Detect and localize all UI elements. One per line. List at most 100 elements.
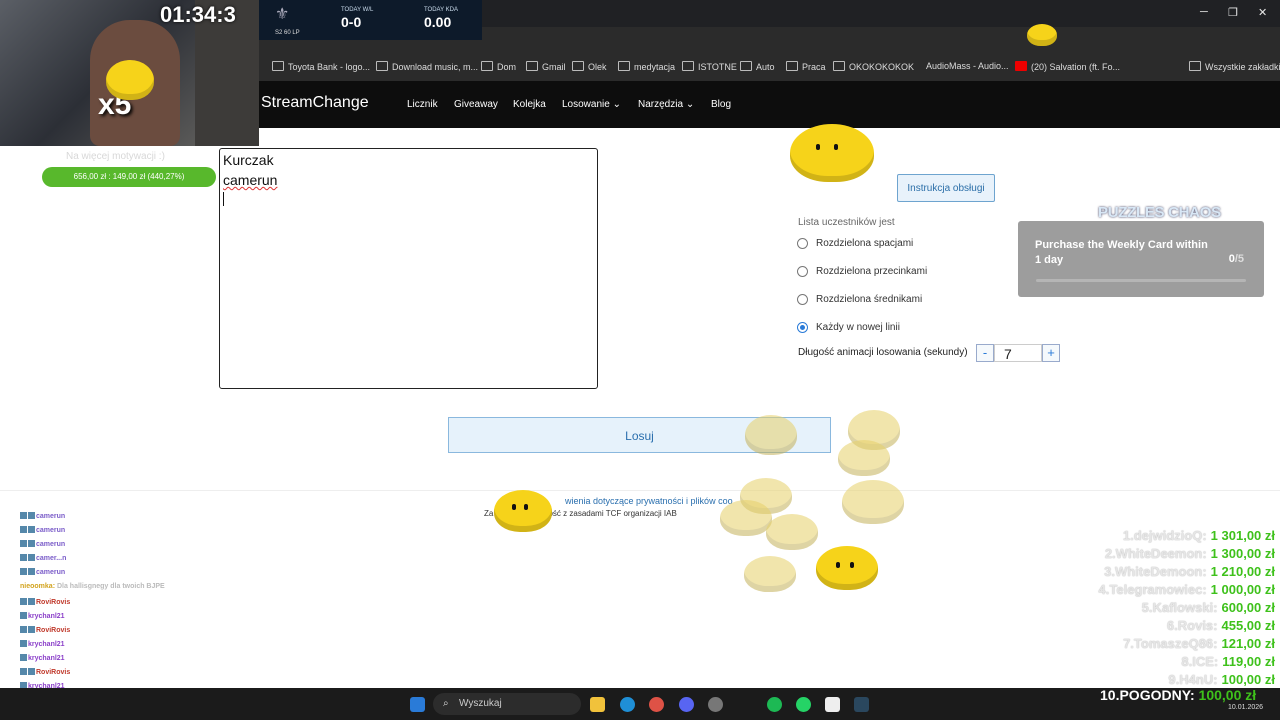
donor-amount: 100,00 zł	[1221, 672, 1276, 687]
leaderboard-row: 4.Telegramowiec: 1 000,00 zł	[1099, 582, 1275, 597]
goal-title: Na więcej motywacji :)	[66, 151, 165, 162]
badge-icon	[20, 640, 27, 647]
instruction-button[interactable]: Instrukcja obsługi	[897, 174, 995, 202]
participants-textarea[interactable]: Kurczak camerun	[219, 148, 598, 389]
restore-icon[interactable]: ❐	[1228, 6, 1238, 19]
chevron-down-icon: ⌄	[612, 99, 621, 110]
taskbar-search[interactable]: ⌕ Wyszukaj	[433, 693, 581, 715]
badge-icon	[20, 554, 27, 561]
bookmark-label: Gmail	[542, 62, 566, 72]
bookmark-folder[interactable]: medytacja	[618, 61, 675, 72]
steam-icon[interactable]	[854, 697, 869, 712]
duration-increment-button[interactable]: +	[1042, 344, 1060, 362]
radio-button-selected[interactable]	[797, 322, 808, 333]
radio-spaces[interactable]: Rozdzielona spacjami	[797, 238, 913, 249]
duration-input[interactable]: 7	[994, 344, 1042, 362]
leaderboard-row: 1.dejwidzioQ: 1 301,00 zł	[1123, 528, 1275, 543]
nav-losowanie[interactable]: Losowanie ⌄	[562, 99, 621, 110]
donor-name: 2.WhiteDeemon:	[1104, 546, 1207, 561]
windows-taskbar	[0, 688, 1280, 720]
close-icon[interactable]: ✕	[1258, 6, 1267, 19]
bookmark-label: medytacja	[634, 62, 676, 72]
nav-licznik[interactable]: Licznik	[407, 99, 438, 110]
donor-amount: 119,00 zł	[1222, 654, 1275, 669]
chat-user: nieoomka	[20, 583, 53, 590]
donor-amount: 1 301,00 zł	[1210, 528, 1275, 543]
leaderboard-row: 2.WhiteDeemon: 1 300,00 zł	[1105, 546, 1275, 561]
duration-label: Długość animacji losowania (sekundy)	[798, 347, 968, 358]
nav-giveaway[interactable]: Giveaway	[454, 99, 498, 110]
donor-amount: 600,00 zł	[1221, 600, 1276, 615]
obs-icon[interactable]	[708, 697, 723, 712]
bookmark-folder[interactable]: Dom	[481, 61, 516, 72]
radio-commas[interactable]: Rozdzielona przecinkami	[797, 266, 927, 277]
all-bookmarks[interactable]: Wszystkie zakładki	[1189, 61, 1280, 72]
radio-newline[interactable]: Każdy w nowej linii	[797, 322, 900, 333]
kda-label: TODAY KDA	[424, 7, 459, 13]
spotify-icon[interactable]	[767, 697, 782, 712]
edge-icon[interactable]	[620, 697, 635, 712]
duration-decrement-button[interactable]: -	[976, 344, 994, 362]
chat-user: RoviRovis	[36, 599, 71, 606]
chat-message: camerun	[20, 512, 65, 520]
leaderboard-row: 5.Kaflowski: 600,00 zł	[1142, 600, 1275, 615]
nav-blog[interactable]: Blog	[711, 99, 731, 110]
privacy-link[interactable]: wienia dotyczące prywatności i plików co…	[565, 496, 733, 506]
bookmark-folder[interactable]: Praca	[786, 61, 826, 72]
badge-icon	[20, 526, 27, 533]
chat-user: RoviRovis	[36, 627, 71, 634]
chat-message: krychanl21	[20, 612, 65, 620]
bee-emote	[106, 60, 154, 100]
windows-start-icon[interactable]	[410, 697, 425, 712]
radio-button[interactable]	[797, 266, 808, 277]
badge-icon	[20, 598, 27, 605]
chat-message: krychanl21	[20, 640, 65, 648]
bookmark[interactable]: AudioMass - Audio...	[926, 61, 1009, 71]
donor-amount: 1 210,00 zł	[1210, 564, 1275, 579]
discord-icon[interactable]	[679, 697, 694, 712]
site-logo[interactable]: StreamChange	[261, 94, 369, 112]
bee-emote	[766, 514, 818, 550]
taskbar-date: 10.01.2026	[1228, 704, 1264, 711]
bookmark[interactable]: Toyota Bank - logo...	[272, 61, 370, 72]
minimize-icon[interactable]: ─	[1200, 6, 1208, 18]
chat-message: camerun	[20, 526, 65, 534]
badge-icon	[20, 512, 27, 519]
wl-value: 0-0	[341, 14, 362, 30]
leaderboard-row: 9.H4nU: 100,00 zł	[1168, 672, 1275, 687]
bookmark-folder[interactable]: ISTOTNE	[682, 61, 737, 72]
radio-semicolons[interactable]: Rozdzielona średnikami	[797, 294, 922, 305]
chrome-icon[interactable]	[649, 697, 664, 712]
app-icon[interactable]	[825, 697, 840, 712]
bee-eye	[512, 504, 516, 510]
chat-user: camerun	[36, 569, 66, 576]
file-explorer-icon[interactable]	[590, 697, 605, 712]
bee-emote	[816, 546, 878, 590]
whatsapp-icon[interactable]	[796, 697, 811, 712]
bee-emote	[745, 415, 797, 455]
radio-button[interactable]	[797, 238, 808, 249]
nav-narzedzia[interactable]: Narzędzia ⌄	[638, 99, 694, 110]
participant-line: camerun	[223, 172, 278, 188]
stream-timer: 01:34:3	[160, 2, 236, 27]
radio-label: Rozdzielona średnikami	[816, 294, 923, 305]
rank-label: S2 60 LP	[275, 30, 300, 36]
bookmark[interactable]: (20) Salvation (ft. Fo...	[1015, 61, 1120, 72]
bookmark[interactable]: Gmail	[526, 61, 566, 72]
bookmark-label: OKOKOKOKOK	[849, 62, 915, 72]
game-logo: PUZZLES CHAOS	[1098, 204, 1221, 221]
folder-icon	[1189, 61, 1201, 71]
bee-eye	[816, 144, 820, 150]
bookmark-folder[interactable]: Olek	[572, 61, 607, 72]
bee-eye	[524, 504, 528, 510]
nav-kolejka[interactable]: Kolejka	[513, 99, 546, 110]
bookmark-folder[interactable]: Auto	[740, 61, 775, 72]
chat-user: krychanl21	[28, 641, 65, 648]
bookmark-folder[interactable]: OKOKOKOKOK	[833, 61, 914, 72]
bookmark[interactable]: Download music, m...	[376, 61, 478, 72]
badge-icon	[20, 654, 27, 661]
radio-button[interactable]	[797, 294, 808, 305]
donor-name: 8.ICE:	[1181, 654, 1219, 669]
bee-eye	[836, 562, 840, 568]
chat-message: camerun	[20, 540, 65, 548]
